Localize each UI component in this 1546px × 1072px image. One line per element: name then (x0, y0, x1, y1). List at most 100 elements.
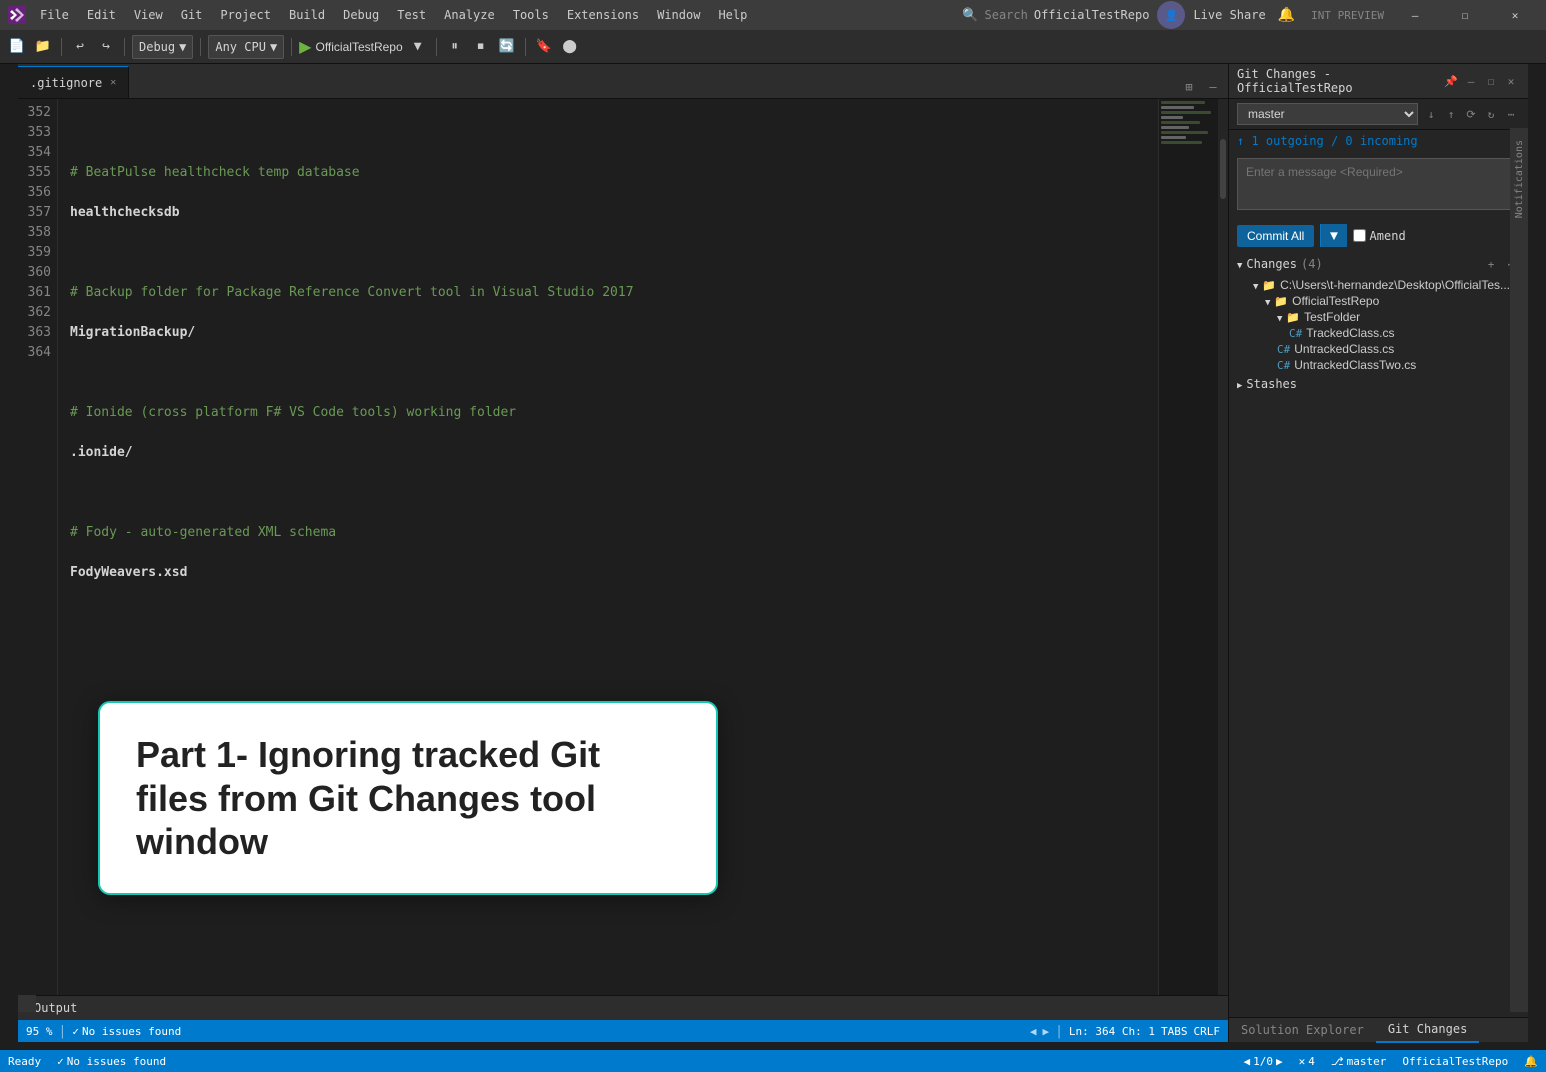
changes-label: Changes (1246, 257, 1297, 271)
split-editor-button[interactable]: ⊞ (1178, 76, 1200, 98)
outgoing-row[interactable]: ↑ 1 outgoing / 0 incoming (1229, 130, 1528, 152)
repo-status[interactable]: OfficialTestRepo (1394, 1050, 1516, 1072)
notifications-icon[interactable]: 🔔 (1278, 7, 1295, 23)
toolbar-separator-2 (124, 38, 125, 56)
platform-dropdown[interactable]: Any CPU ▼ (208, 35, 284, 59)
nav-right-icon: ▶ (1276, 1055, 1283, 1068)
encoding-status[interactable]: TABS (1161, 1025, 1188, 1038)
search-label[interactable]: Search (985, 8, 1028, 22)
vertical-scrollbar[interactable] (1218, 99, 1228, 995)
open-button[interactable]: 📁 (32, 36, 54, 58)
menu-tools[interactable]: Tools (505, 6, 557, 24)
run-split-button[interactable]: ▼ (407, 36, 429, 58)
undo-button[interactable]: ↩ (69, 36, 91, 58)
chevron-down-icon: ▼ (270, 40, 277, 54)
scrollbar-thumb[interactable] (1220, 139, 1226, 199)
menu-bar: File Edit View Git Project Build Debug T… (32, 6, 956, 24)
no-issues-status[interactable]: ✓ No issues found (49, 1050, 174, 1072)
fetch-icon[interactable]: ↓ (1422, 105, 1440, 123)
new-file-button[interactable]: 📄 (6, 36, 28, 58)
menu-file[interactable]: File (32, 6, 77, 24)
changes-header[interactable]: Changes (4) + ⋯ (1229, 251, 1528, 277)
stop-button[interactable]: ⏹ (470, 36, 492, 58)
run-button[interactable]: ▶ OfficialTestRepo (299, 37, 402, 57)
no-issues-label: No issues found (67, 1055, 166, 1068)
menu-git[interactable]: Git (173, 6, 211, 24)
menu-analyze[interactable]: Analyze (436, 6, 503, 24)
branch-dropdown[interactable]: master (1237, 103, 1418, 125)
more-options-icon[interactable]: ⋯ (1502, 105, 1520, 123)
file-tree-item-untracked[interactable]: C# UntrackedClass.cs A (1229, 341, 1528, 357)
cs-file-icon: C# (1277, 359, 1290, 372)
file-tree-item-untracked2[interactable]: C# UntrackedClassTwo.cs A (1229, 357, 1528, 373)
alert-icon-status[interactable]: 🔔 (1516, 1050, 1546, 1072)
maximize-button[interactable]: ☐ (1442, 0, 1488, 30)
restart-button[interactable]: 🔄 (496, 36, 518, 58)
menu-project[interactable]: Project (212, 6, 279, 24)
notifications-label[interactable]: Notifications (1514, 140, 1525, 218)
nav-arrows[interactable]: ◀ 1/0 ▶ (1236, 1050, 1291, 1072)
menu-test[interactable]: Test (389, 6, 434, 24)
errors-status[interactable]: ✕ 4 (1291, 1050, 1323, 1072)
bookmark-button[interactable]: 🔖 (533, 36, 555, 58)
menu-build[interactable]: Build (281, 6, 333, 24)
maximize-panel-icon[interactable]: ☐ (1482, 72, 1500, 90)
tab-gitignore[interactable]: .gitignore ✕ (18, 66, 129, 98)
menu-debug[interactable]: Debug (335, 6, 387, 24)
close-panel-icon[interactable]: ✕ (1502, 72, 1520, 90)
toolbar-separator (61, 38, 62, 56)
amend-checkbox[interactable] (1353, 229, 1366, 242)
collapse-button[interactable]: — (1202, 76, 1224, 98)
menu-edit[interactable]: Edit (79, 6, 124, 24)
menu-window[interactable]: Window (649, 6, 708, 24)
menu-extensions[interactable]: Extensions (559, 6, 647, 24)
breakpoint-button[interactable]: ⬤ (559, 36, 581, 58)
debug-mode-dropdown[interactable]: Debug ▼ (132, 35, 193, 59)
overlay-text-box: Part 1- Ignoring tracked Git files from … (98, 701, 718, 895)
close-tab-icon[interactable]: ✕ (110, 77, 116, 88)
notifications-bar: Notifications (1510, 128, 1528, 1012)
avatar: 👤 (1157, 1, 1185, 29)
tree-chevron-icon (1265, 294, 1270, 308)
code-editor[interactable]: 352 353 354 355 356 357 358 359 360 361 … (18, 99, 1228, 995)
stashes-row[interactable]: Stashes (1229, 373, 1528, 395)
commit-all-button[interactable]: Commit All (1237, 225, 1314, 247)
minimize-panel-icon[interactable]: — (1462, 72, 1480, 90)
sync-icon[interactable]: ↻ (1482, 105, 1500, 123)
commit-message-input[interactable] (1237, 158, 1520, 210)
add-changes-icon[interactable]: + (1482, 255, 1500, 273)
repo-name: OfficialTestRepo (1402, 1055, 1508, 1068)
live-share-label[interactable]: Live Share (1193, 8, 1265, 22)
close-button[interactable]: ✕ (1492, 0, 1538, 30)
toolbar-separator-4 (291, 38, 292, 56)
push-icon[interactable]: ↑ (1442, 105, 1460, 123)
pin-icon[interactable]: 📌 (1442, 72, 1460, 90)
file-tree-testfolder[interactable]: 📁 TestFolder (1229, 309, 1528, 325)
menu-help[interactable]: Help (710, 6, 755, 24)
tab-solution-explorer[interactable]: Solution Explorer (1229, 1018, 1376, 1043)
int-preview-label: INT PREVIEW (1311, 9, 1384, 22)
pull-icon[interactable]: ⟳ (1462, 105, 1480, 123)
commit-actions: Commit All ▼ Amend (1237, 224, 1520, 247)
redo-button[interactable]: ↪ (95, 36, 117, 58)
branch-status[interactable]: ⎇ master (1323, 1050, 1394, 1072)
status-bar: Ready ✓ No issues found ◀ 1/0 ▶ ✕ 4 ⎇ ma… (0, 1050, 1546, 1072)
pause-button[interactable]: ⏸ (444, 36, 466, 58)
root-path-label: C:\Users\t-hernandez\Desktop\OfficialTes… (1280, 278, 1528, 292)
nav-left[interactable]: ◀ (1030, 1025, 1037, 1038)
tab-git-changes[interactable]: Git Changes (1376, 1018, 1479, 1043)
git-changes-panel: Git Changes - OfficialTestRepo 📌 — ☐ ✕ m… (1228, 64, 1528, 1042)
file-tree-repo[interactable]: 📁 OfficialTestRepo (1229, 293, 1528, 309)
title-bar: File Edit View Git Project Build Debug T… (0, 0, 1546, 30)
file-tree-item-tracked[interactable]: C# TrackedClass.cs M (1229, 325, 1528, 341)
ready-status[interactable]: Ready (0, 1050, 49, 1072)
zoom-status[interactable]: 95 % (26, 1025, 53, 1038)
file-tree-root[interactable]: 📁 C:\Users\t-hernandez\Desktop\OfficialT… (1229, 277, 1528, 293)
minimize-button[interactable]: — (1392, 0, 1438, 30)
line-ending-status[interactable]: CRLF (1194, 1025, 1221, 1038)
nav-right[interactable]: ▶ (1042, 1025, 1049, 1038)
nav-count: 1/0 (1253, 1055, 1273, 1068)
commit-all-dropdown-button[interactable]: ▼ (1320, 224, 1346, 247)
menu-view[interactable]: View (126, 6, 171, 24)
issues-status[interactable]: ✓ No issues found (72, 1025, 181, 1038)
